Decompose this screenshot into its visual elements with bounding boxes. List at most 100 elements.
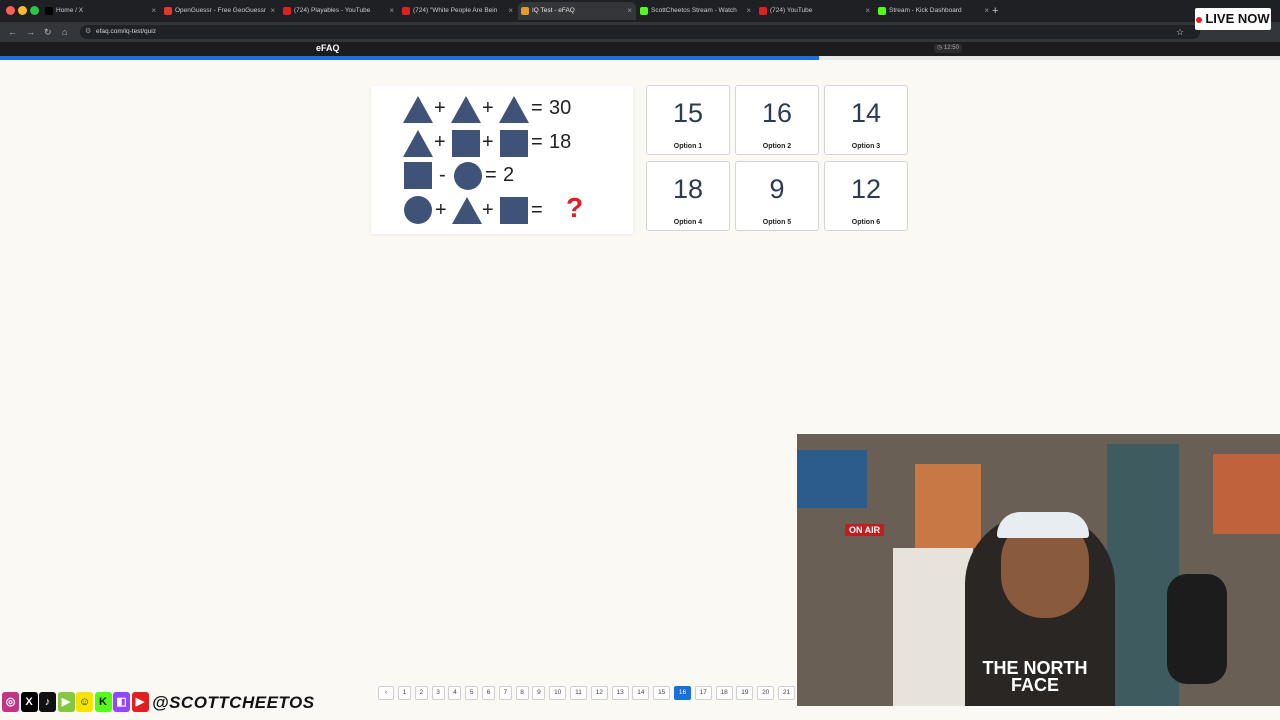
answer-option-3[interactable]: 14 Option 3 <box>824 85 908 155</box>
back-icon[interactable]: ← <box>8 22 17 42</box>
social-handle: @SCOTTCHEETOS <box>152 693 315 712</box>
close-tab-icon[interactable]: × <box>508 2 513 20</box>
page-button-5[interactable]: 5 <box>465 686 479 700</box>
browser-tab[interactable]: ScottCheetos Stream - Watch × <box>637 2 755 20</box>
triangle-shape <box>499 96 529 123</box>
page-button-19[interactable]: 19 <box>736 686 754 700</box>
page-button-9[interactable]: 9 <box>532 686 546 700</box>
square-shape <box>500 197 528 224</box>
triangle-shape <box>452 197 482 224</box>
shirt-logo: THE NORTH FACE <box>982 658 1088 695</box>
page-button-17[interactable]: 17 <box>694 686 712 700</box>
answer-option-4[interactable]: 18 Option 4 <box>646 161 730 231</box>
reload-icon[interactable]: ↻ <box>44 22 52 42</box>
webcam-overlay: ON AIR THE NORTH FACE <box>797 434 1280 706</box>
page-button-6[interactable]: 6 <box>482 686 495 700</box>
close-tab-icon[interactable]: × <box>151 2 156 20</box>
page-button-18[interactable]: 18 <box>715 686 733 700</box>
previous-page-button[interactable]: ‹ <box>378 686 394 700</box>
answer-option-1[interactable]: 15 Option 1 <box>646 85 730 155</box>
youtube-icon <box>759 7 767 15</box>
live-dot-icon <box>1196 16 1203 23</box>
page-button-20[interactable]: 20 <box>757 686 775 700</box>
question-mark: ? <box>566 192 584 223</box>
browser-tab[interactable]: IQ Test - eFAQ × <box>518 2 636 20</box>
address-bar[interactable]: ⚙ efaq.com/iq-test/quiz <box>80 25 1200 39</box>
page-button-15[interactable]: 15 <box>653 686 671 700</box>
page-button-2[interactable]: 2 <box>414 686 428 700</box>
browser-tab-bar: Home / X × OpenGuessr - Free GeoGuessr × (72… <box>0 0 1280 22</box>
youtube-icon: ▶ <box>131 692 149 712</box>
close-tab-icon[interactable]: × <box>746 2 751 20</box>
bookmark-star-icon[interactable]: ☆ <box>1176 22 1184 42</box>
square-shape <box>404 162 432 189</box>
x-icon: X <box>20 692 38 712</box>
page-button-21[interactable]: 21 <box>778 686 795 700</box>
close-window-icon[interactable] <box>6 6 15 15</box>
quiz-progress-fill <box>0 56 820 60</box>
plus-sign: + <box>435 199 447 221</box>
youtube-icon <box>402 7 410 15</box>
browser-tab[interactable]: Stream - Kick Dashboard × <box>875 2 993 20</box>
option-label: Option 6 <box>851 219 881 226</box>
tab-title: OpenGuessr - Free GeoGuessr <box>175 7 267 14</box>
circle-shape <box>454 162 482 190</box>
quiz-timer: ◷ 12:50 <box>934 44 962 53</box>
option-value: 15 <box>672 98 704 128</box>
tab-title: Home / X <box>56 7 84 14</box>
kick-icon: K <box>94 692 112 712</box>
kick-icon <box>640 7 648 15</box>
on-air-sign: ON AIR <box>845 524 885 536</box>
page-button-12[interactable]: 12 <box>590 686 608 700</box>
tab-title: ScottCheetos Stream - Watch <box>651 7 737 14</box>
plus-sign: + <box>482 199 494 221</box>
browser-tab[interactable]: (724) "White People Are Bein × <box>399 2 517 20</box>
puzzle-card: + + = 30 + + = 18 - = 2 + + = ? <box>371 86 633 234</box>
site-info-icon[interactable]: ⚙ <box>85 25 91 39</box>
plus-sign: + <box>434 131 446 153</box>
answer-option-6[interactable]: 12 Option 6 <box>824 161 908 231</box>
site-logo[interactable]: eFAQ <box>316 42 340 54</box>
minimize-window-icon[interactable] <box>18 6 27 15</box>
triangle-shape <box>451 96 481 123</box>
option-value: 16 <box>761 98 793 128</box>
efaq-icon <box>521 7 529 15</box>
home-icon[interactable]: ⌂ <box>62 22 67 42</box>
answer-option-2[interactable]: 16 Option 2 <box>735 85 819 155</box>
equals-sign: = <box>531 97 543 119</box>
page-button-1[interactable]: 1 <box>398 686 411 700</box>
circle-shape <box>404 196 432 224</box>
page-button-3[interactable]: 3 <box>431 686 445 700</box>
maximize-window-icon[interactable] <box>30 6 39 15</box>
option-value: 9 <box>769 174 785 204</box>
browser-tab[interactable]: OpenGuessr - Free GeoGuessr × <box>161 2 279 20</box>
close-tab-icon[interactable]: × <box>389 2 394 20</box>
page-button-8[interactable]: 8 <box>515 686 529 700</box>
page-button-14[interactable]: 14 <box>632 686 650 700</box>
clock-icon: ◷ <box>937 45 944 51</box>
answer-option-5[interactable]: 9 Option 5 <box>735 161 819 231</box>
browser-tab[interactable]: (724) YouTube × <box>756 2 874 20</box>
youtube-icon <box>283 7 291 15</box>
close-tab-icon[interactable]: × <box>984 2 989 20</box>
page-button-10[interactable]: 10 <box>549 686 567 700</box>
browser-tab[interactable]: (724) Playables - YouTube × <box>280 2 398 20</box>
page-button-4[interactable]: 4 <box>448 686 462 700</box>
page-button-7[interactable]: 7 <box>498 686 512 700</box>
row2-result: 18 <box>549 131 572 153</box>
forward-icon[interactable]: → <box>26 22 35 42</box>
new-tab-button[interactable]: + <box>992 2 998 20</box>
close-tab-icon[interactable]: × <box>865 2 870 20</box>
equals-sign: = <box>531 131 543 153</box>
plus-sign: + <box>434 97 446 119</box>
close-tab-icon[interactable]: × <box>627 2 632 20</box>
close-tab-icon[interactable]: × <box>270 2 275 20</box>
page-button-16[interactable]: 16 <box>674 686 691 700</box>
triangle-shape <box>403 96 433 123</box>
page-button-11[interactable]: 11 <box>570 686 587 700</box>
browser-tab[interactable]: Home / X × <box>42 2 160 20</box>
webcam-shelf <box>893 548 973 706</box>
page-button-13[interactable]: 13 <box>611 686 629 700</box>
kick-icon <box>878 7 886 15</box>
rumble-icon: ▶ <box>57 692 75 712</box>
